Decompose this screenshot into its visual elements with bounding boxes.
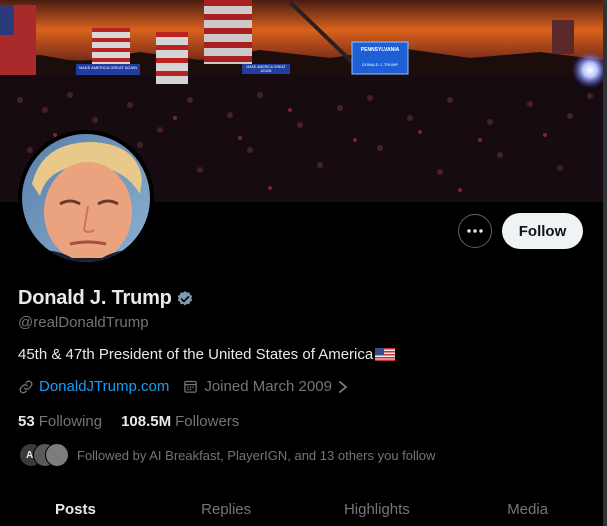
tab-highlights[interactable]: Highlights — [302, 488, 453, 526]
profile-avatar[interactable] — [18, 130, 154, 266]
calendar-icon — [184, 380, 198, 393]
display-name: Donald J. Trump — [18, 287, 172, 309]
tab-media[interactable]: Media — [452, 488, 603, 526]
tab-replies[interactable]: Replies — [151, 488, 302, 526]
following-count: 53 — [18, 413, 35, 430]
user-handle: @realDonaldTrump — [18, 314, 149, 331]
profile-frame: MAKE AMERICA GREAT AGAIN MAKE AMERICA GR… — [0, 0, 607, 526]
follower-avatars: AI — [17, 443, 69, 467]
following-label: Following — [38, 413, 103, 430]
mini-avatar-3 — [45, 443, 69, 467]
following-stat[interactable]: 53 Following — [18, 413, 102, 430]
website-item: DonaldJTrump.com — [18, 378, 169, 395]
bio-text: 45th & 47th President of the United Stat… — [18, 346, 374, 363]
stage-sign-title: PENNSYLVANIA — [360, 47, 400, 53]
followers-count: 108.5M — [121, 413, 172, 430]
profile-bio: 45th & 47th President of the United Stat… — [18, 346, 396, 363]
follow-stats: 53 Following 108.5M Followers — [18, 413, 239, 430]
followers-label: Followers — [175, 413, 240, 430]
followed-by-row[interactable]: AI Followed by AI Breakfast, PlayerIGN, … — [17, 443, 435, 467]
more-options-button[interactable] — [458, 214, 492, 248]
us-flag-icon — [375, 348, 396, 361]
verified-badge-icon[interactable] — [176, 290, 194, 308]
stage-sign-subtitle: DONALD J. TRUMP — [361, 62, 399, 67]
link-icon — [19, 380, 33, 393]
avatar-photo — [22, 134, 150, 262]
more-horizontal-icon — [467, 229, 483, 233]
banner-sign-left: MAKE AMERICA GREAT AGAIN — [78, 65, 138, 70]
followers-stat[interactable]: 108.5M Followers — [121, 413, 239, 430]
profile-tabs: Posts Replies Highlights Media — [0, 488, 603, 526]
tab-posts[interactable]: Posts — [0, 488, 151, 526]
website-link[interactable]: DonaldJTrump.com — [39, 378, 169, 395]
followed-by-text: Followed by AI Breakfast, PlayerIGN, and… — [77, 447, 436, 463]
display-name-row: Donald J. Trump — [18, 287, 194, 310]
banner-sign-mid: MAKE AMERICA GREAT AGAIN — [246, 65, 286, 73]
profile-meta: DonaldJTrump.com Joined March 2009 — [18, 378, 349, 395]
joined-item[interactable]: Joined March 2009 — [183, 378, 349, 395]
chevron-right-icon — [339, 380, 348, 393]
follow-button[interactable]: Follow — [502, 213, 583, 249]
joined-date: Joined March 2009 — [204, 378, 332, 395]
